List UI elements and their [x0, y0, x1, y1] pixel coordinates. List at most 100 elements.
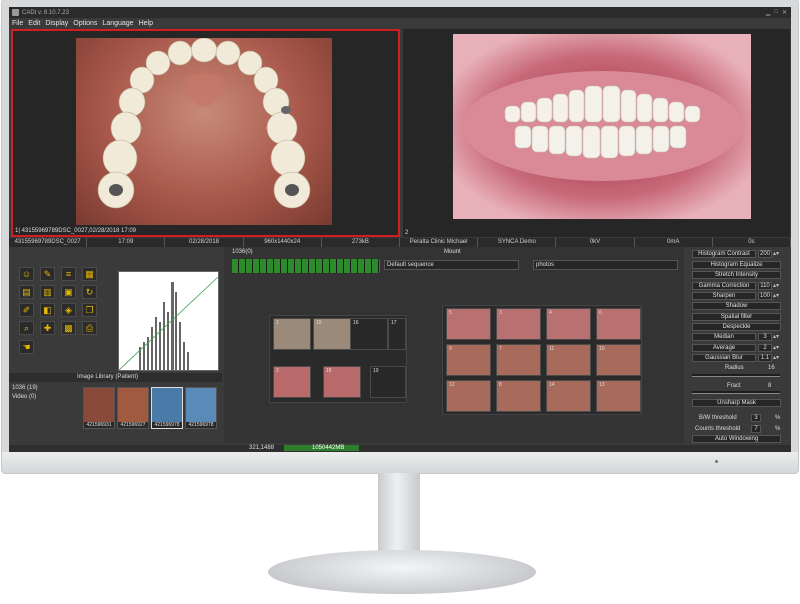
train-tool-icon[interactable]: ≡: [61, 267, 76, 281]
grid-cell[interactable]: 2: [273, 366, 311, 398]
smiley-tool-icon[interactable]: ☺: [19, 267, 34, 281]
gamma-correction-button[interactable]: Gamma Correction: [692, 282, 756, 290]
grid-cell[interactable]: 16: [350, 318, 388, 350]
average-value[interactable]: 2: [758, 344, 772, 352]
info-time: 17:09: [87, 238, 166, 247]
copy-icon[interactable]: ❐: [82, 303, 97, 317]
average-button[interactable]: Average: [692, 344, 756, 352]
grid-cell[interactable]: 1: [273, 318, 311, 350]
histogram-panel[interactable]: [118, 271, 219, 371]
fract-slider[interactable]: [692, 391, 780, 394]
cell-number: 16: [353, 320, 359, 326]
grid-cell[interactable]: 15: [313, 318, 351, 350]
despeckle-button[interactable]: Despeckle: [692, 323, 781, 331]
sequence-select[interactable]: Default sequence: [384, 260, 519, 270]
pencil-tool-icon[interactable]: ✎: [40, 267, 55, 281]
viewer-left[interactable]: 1| 43155969789DSC_0027,02/28/2018 17:09: [11, 29, 400, 237]
minimize-icon[interactable]: ▁: [766, 9, 771, 16]
counts-threshold-value[interactable]: 7: [751, 425, 761, 433]
menu-display[interactable]: Display: [45, 20, 68, 27]
spinner-icon[interactable]: ▴▾: [773, 333, 780, 341]
spinner-icon[interactable]: ▴▾: [773, 344, 780, 352]
grid-cell[interactable]: 17: [388, 318, 406, 350]
histogram-contrast-value[interactable]: 200: [758, 250, 772, 258]
layout-tool-icon[interactable]: ▦: [82, 267, 97, 281]
grid-cell[interactable]: 18: [323, 366, 361, 398]
gamma-value[interactable]: 110: [758, 282, 772, 290]
spinner-icon[interactable]: ▴▾: [773, 250, 780, 258]
unsharp-mask-button[interactable]: Unsharp Mask: [692, 399, 781, 407]
close-icon[interactable]: ✕: [782, 9, 787, 16]
gaussian-blur-button[interactable]: Gaussian Blur: [692, 354, 756, 362]
frontal-teeth: [462, 71, 742, 181]
info-ma: 0mA: [635, 238, 713, 247]
right-panel: Histogram Contrast 200 ▴▾ Histogram Equa…: [687, 247, 791, 443]
menu-help[interactable]: Help: [139, 20, 153, 27]
menu-edit[interactable]: Edit: [28, 20, 40, 27]
maximize-icon[interactable]: □: [774, 9, 778, 16]
edit-icon[interactable]: ✐: [19, 303, 34, 317]
info-resolution: 960x1440x24: [244, 238, 322, 247]
mount-cell[interactable]: 8: [496, 380, 541, 412]
mount-cell[interactable]: 7: [496, 344, 541, 376]
mount-cell[interactable]: 13: [596, 380, 641, 412]
grid-cell[interactable]: 19: [370, 366, 406, 398]
median-value[interactable]: 3: [758, 333, 772, 341]
grid-icon[interactable]: ▩: [61, 321, 76, 335]
menu-options[interactable]: Options: [73, 20, 97, 27]
library-count: 1036 (19): [12, 385, 38, 391]
monitor-stand-neck: [378, 473, 420, 558]
mount-cell[interactable]: 11: [546, 344, 591, 376]
spinner-icon[interactable]: ▴▾: [773, 282, 780, 290]
spatial-filter-button[interactable]: Spatial filter: [692, 313, 781, 321]
image-info-bar: 43155969789DSC_0027 17:09 02/28/2018 960…: [9, 238, 791, 247]
folder-open-icon[interactable]: ▥: [40, 285, 55, 299]
spinner-icon[interactable]: ▴▾: [773, 292, 780, 300]
stretch-intensity-button[interactable]: Stretch Intensity: [692, 271, 781, 279]
sharpen-button[interactable]: Sharpen: [692, 292, 756, 300]
adjust-icon[interactable]: ◧: [40, 303, 55, 317]
spinner-icon[interactable]: ▴▾: [773, 354, 780, 362]
print-icon[interactable]: ⎙: [82, 321, 97, 335]
mount-cell[interactable]: 3: [496, 308, 541, 340]
mount-cell[interactable]: 5: [446, 308, 491, 340]
hand-icon[interactable]: ☚: [19, 340, 34, 354]
sharpen-value[interactable]: 100: [758, 292, 772, 300]
upper-arch-teeth: [97, 38, 311, 209]
library-thumb[interactable]: 421596978: [151, 387, 183, 429]
library-thumb[interactable]: 421596927: [117, 387, 149, 429]
cell-number: 15: [316, 320, 322, 326]
measure-icon[interactable]: ◈: [61, 303, 76, 317]
gaussian-value[interactable]: 1.1: [758, 354, 772, 362]
menu-file[interactable]: File: [12, 20, 23, 27]
thumb-label: 421596927: [118, 422, 148, 428]
mount-cell[interactable]: 10: [596, 344, 641, 376]
bw-threshold-label: B/W threshold: [699, 415, 737, 421]
mount-cell[interactable]: 4: [546, 308, 591, 340]
histogram-equalize-button[interactable]: Histogram Equalize: [692, 261, 781, 269]
library-thumb[interactable]: 421596931: [83, 387, 115, 429]
photos-select[interactable]: photos: [533, 260, 678, 270]
radius-slider[interactable]: [692, 374, 780, 377]
histogram-contrast-button[interactable]: Histogram Contrast: [692, 250, 756, 258]
mount-cell[interactable]: 9: [446, 344, 491, 376]
cell-number: 3: [499, 310, 502, 316]
auto-windowing-button[interactable]: Auto Windowing: [692, 435, 781, 443]
shadow-button[interactable]: Shadow: [692, 302, 781, 310]
thumb-label: 421596978: [186, 422, 216, 428]
save-icon[interactable]: ▣: [61, 285, 76, 299]
median-button[interactable]: Median: [692, 333, 756, 341]
mount-cell[interactable]: 14: [546, 380, 591, 412]
refresh-icon[interactable]: ↻: [82, 285, 97, 299]
annotate-icon[interactable]: ✚: [40, 321, 55, 335]
zoom-icon[interactable]: ⌕: [19, 321, 34, 335]
viewer-right[interactable]: 2: [403, 29, 790, 237]
library-thumb[interactable]: 421596978: [185, 387, 217, 429]
info-date: 02/28/2018: [165, 238, 244, 247]
mount-cell[interactable]: 12: [446, 380, 491, 412]
mount-cell[interactable]: 6: [596, 308, 641, 340]
folder-icon[interactable]: ▤: [19, 285, 34, 299]
menu-language[interactable]: Language: [102, 20, 133, 27]
bw-threshold-value[interactable]: 3: [751, 414, 761, 422]
monitor-chin: [2, 452, 798, 473]
